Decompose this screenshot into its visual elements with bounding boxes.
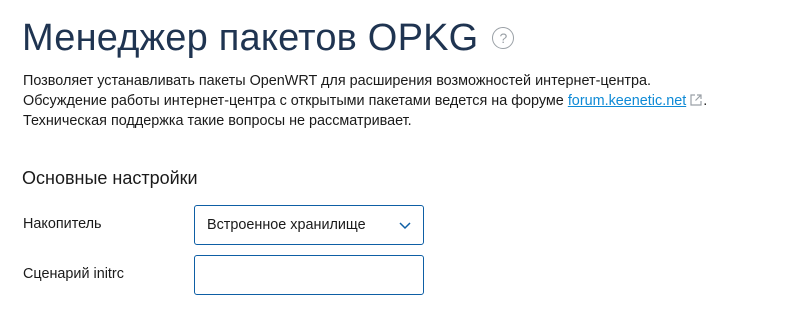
storage-label: Накопитель <box>23 216 102 232</box>
storage-select-value: Встроенное хранилище <box>207 217 366 233</box>
section-title-basic-settings: Основные настройки <box>22 168 198 188</box>
chevron-down-icon <box>399 222 411 230</box>
description-line-1: Позволяет устанавливать пакеты OpenWRT д… <box>23 73 651 89</box>
initrc-label: Сценарий initrc <box>23 266 124 282</box>
title-row: Менеджер пакетов OPKG ? <box>22 14 515 62</box>
forum-link[interactable]: forum.keenetic.net <box>568 93 686 109</box>
description-line-2: Обсуждение работы интернет-центра с откр… <box>23 91 793 131</box>
page-title: Менеджер пакетов OPKG <box>22 17 479 59</box>
page-description: Позволяет устанавливать пакеты OpenWRT д… <box>23 71 793 131</box>
external-link-icon[interactable] <box>689 93 703 107</box>
help-icon[interactable]: ? <box>492 27 515 49</box>
description-text-before-link: Обсуждение работы интернет-центра с откр… <box>23 93 568 109</box>
storage-select[interactable]: Встроенное хранилище <box>194 205 424 245</box>
initrc-input[interactable] <box>194 255 424 295</box>
